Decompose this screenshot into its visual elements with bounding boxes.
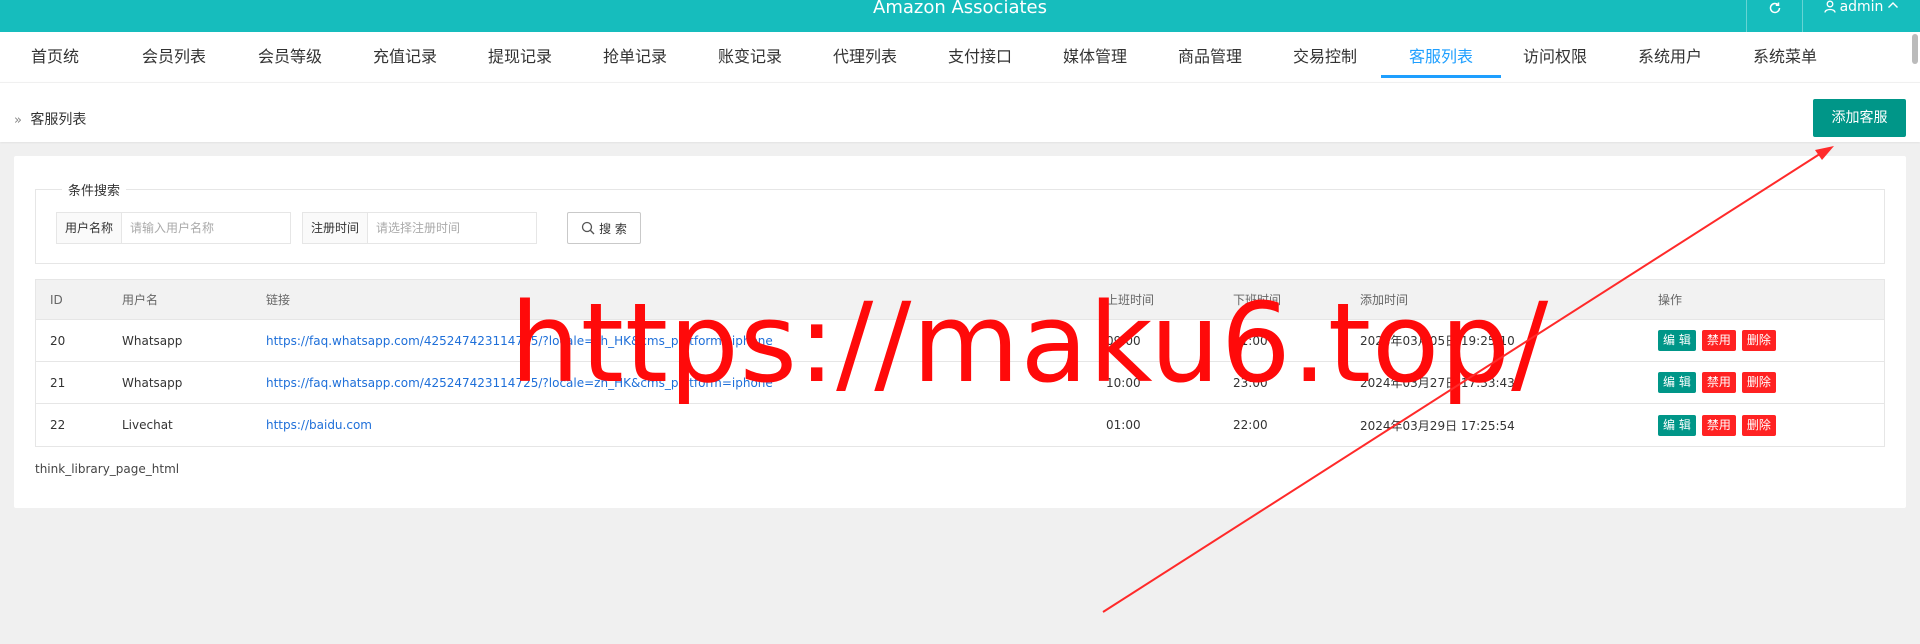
- edit-button[interactable]: 编 辑: [1658, 414, 1696, 436]
- col-username: 用户名: [122, 293, 159, 307]
- cell-added: 2024年03月29日 17:25:54: [1360, 418, 1515, 433]
- col-link: 链接: [266, 293, 291, 307]
- nav-item-7[interactable]: 代理列表: [831, 32, 899, 80]
- col-ops: 操作: [1658, 293, 1683, 307]
- col-start: 上班时间: [1106, 293, 1155, 307]
- cell-id: 20: [50, 333, 66, 348]
- nav-item-10[interactable]: 商品管理: [1176, 32, 1244, 80]
- cell-added: 2023年03月05日 19:25:10: [1360, 334, 1515, 348]
- nav-item-8[interactable]: 支付接口: [946, 32, 1014, 80]
- disable-button[interactable]: 禁用: [1701, 372, 1736, 393]
- cell-start: 09:00: [1106, 333, 1141, 348]
- delete-button[interactable]: 删除: [1741, 372, 1776, 393]
- nav-item-13[interactable]: 访问权限: [1521, 32, 1589, 80]
- delete-button[interactable]: 删除: [1741, 330, 1776, 351]
- service-table: ID 用户名 链接 上班时间 下班时间 添加时间 操作 20 Whatsapp ht…: [35, 279, 1885, 447]
- user-name: admin: [1839, 0, 1884, 15]
- nav-item-6[interactable]: 账变记录: [716, 32, 784, 80]
- nav-item-9[interactable]: 媒体管理: [1061, 32, 1129, 80]
- table-row: 20 Whatsapp https://faq.whatsapp.com/42524…: [36, 320, 1884, 362]
- nav-item-12[interactable]: 客服列表: [1381, 32, 1501, 78]
- cell-id: 21: [50, 375, 66, 390]
- nav-item-1[interactable]: 会员列表: [140, 32, 208, 80]
- edit-button[interactable]: 编 辑: [1658, 372, 1696, 393]
- nav-item-2[interactable]: 会员等级: [256, 32, 324, 80]
- cell-end: 21:00: [1233, 333, 1268, 348]
- breadcrumb-bar: » 客服列表: [0, 82, 1920, 142]
- cell-start: 10:00: [1106, 375, 1141, 390]
- col-id: ID: [50, 292, 63, 307]
- cell-link[interactable]: https://faq.whatsapp.com/425247423114725…: [266, 362, 1086, 403]
- table-header: ID 用户名 链接 上班时间 下班时间 添加时间 操作: [36, 280, 1884, 320]
- nav-item-4[interactable]: 提现记录: [486, 32, 554, 80]
- search-button-label: 搜 索: [599, 221, 627, 236]
- nav-item-5[interactable]: 抢单记录: [601, 32, 669, 80]
- nav-scrollbar[interactable]: [1912, 34, 1918, 64]
- user-icon: [1823, 0, 1836, 13]
- cell-start: 01:00: [1106, 418, 1141, 432]
- cell-link[interactable]: https://faq.whatsapp.com/425247423114725…: [266, 320, 1086, 361]
- cell-id: 22: [50, 418, 66, 432]
- refresh-icon: [1769, 2, 1780, 14]
- table-row: 21 Whatsapp https://faq.whatsapp.com/42524…: [36, 362, 1884, 404]
- regtime-field: 注册时间: [302, 212, 538, 244]
- table-row: 22 Livechat https://baidu.com 01:00 22:00 202…: [36, 404, 1884, 446]
- disable-button[interactable]: 禁用: [1701, 330, 1736, 351]
- username-input[interactable]: [122, 213, 291, 243]
- top-bar: Amazon Associates admin: [0, 0, 1920, 32]
- nav-item-11[interactable]: 交易控制: [1291, 32, 1359, 80]
- content-card: 条件搜索 用户名称 注册时间 搜 索 ID 用户名 链接 上班时间 下班时间 添…: [14, 156, 1906, 508]
- nav-item-14[interactable]: 系统用户: [1636, 32, 1704, 80]
- cell-username: Whatsapp: [122, 375, 183, 390]
- delete-button[interactable]: 删除: [1741, 414, 1776, 436]
- cell-link[interactable]: https://baidu.com: [266, 404, 1086, 446]
- edit-button[interactable]: 编 辑: [1658, 330, 1696, 351]
- breadcrumb: » 客服列表: [14, 109, 86, 129]
- cell-end: 22:00: [1233, 418, 1268, 432]
- search-icon: [581, 221, 595, 235]
- main-nav: 首页统计 会员列表会员等级充值记录提现记录抢单记录账变记录代理列表支付接口媒体管理…: [0, 32, 1920, 116]
- double-chevron-right-icon: »: [14, 113, 22, 128]
- regtime-label: 注册时间: [303, 213, 369, 243]
- cell-added: 2024年03月27日 17:33:43: [1360, 376, 1515, 390]
- cell-end: 23:00: [1233, 375, 1268, 390]
- user-menu[interactable]: admin: [1802, 0, 1920, 32]
- search-panel: 条件搜索 用户名称 注册时间 搜 索: [35, 180, 1885, 264]
- nav-item-0[interactable]: 首页统计: [25, 32, 85, 116]
- breadcrumb-current: 客服列表: [30, 112, 87, 128]
- username-label: 用户名称: [57, 213, 123, 243]
- nav-item-15[interactable]: 系统菜单: [1751, 32, 1819, 80]
- refresh-button[interactable]: [1746, 0, 1802, 32]
- username-field: 用户名称: [56, 212, 292, 244]
- add-customer-service-button[interactable]: 添加客服: [1813, 99, 1906, 137]
- row-actions: 编 辑禁用 删除: [1658, 362, 1776, 403]
- pager-placeholder: think_library_page_html: [35, 462, 180, 476]
- search-legend: 条件搜索: [62, 180, 127, 199]
- regtime-input[interactable]: [368, 213, 537, 243]
- row-actions: 编 辑禁用 删除: [1658, 320, 1776, 361]
- app-title: Amazon Associates: [873, 0, 1047, 18]
- row-actions: 编 辑禁用 删除: [1658, 404, 1776, 446]
- cell-username: Whatsapp: [122, 333, 183, 348]
- nav-item-3[interactable]: 充值记录: [371, 32, 439, 80]
- chevron-up-icon: [1888, 2, 1899, 8]
- disable-button[interactable]: 禁用: [1701, 414, 1736, 436]
- cell-username: Livechat: [122, 418, 173, 432]
- col-end: 下班时间: [1233, 293, 1282, 307]
- search-button[interactable]: 搜 索: [567, 212, 641, 244]
- col-added: 添加时间: [1360, 293, 1409, 307]
